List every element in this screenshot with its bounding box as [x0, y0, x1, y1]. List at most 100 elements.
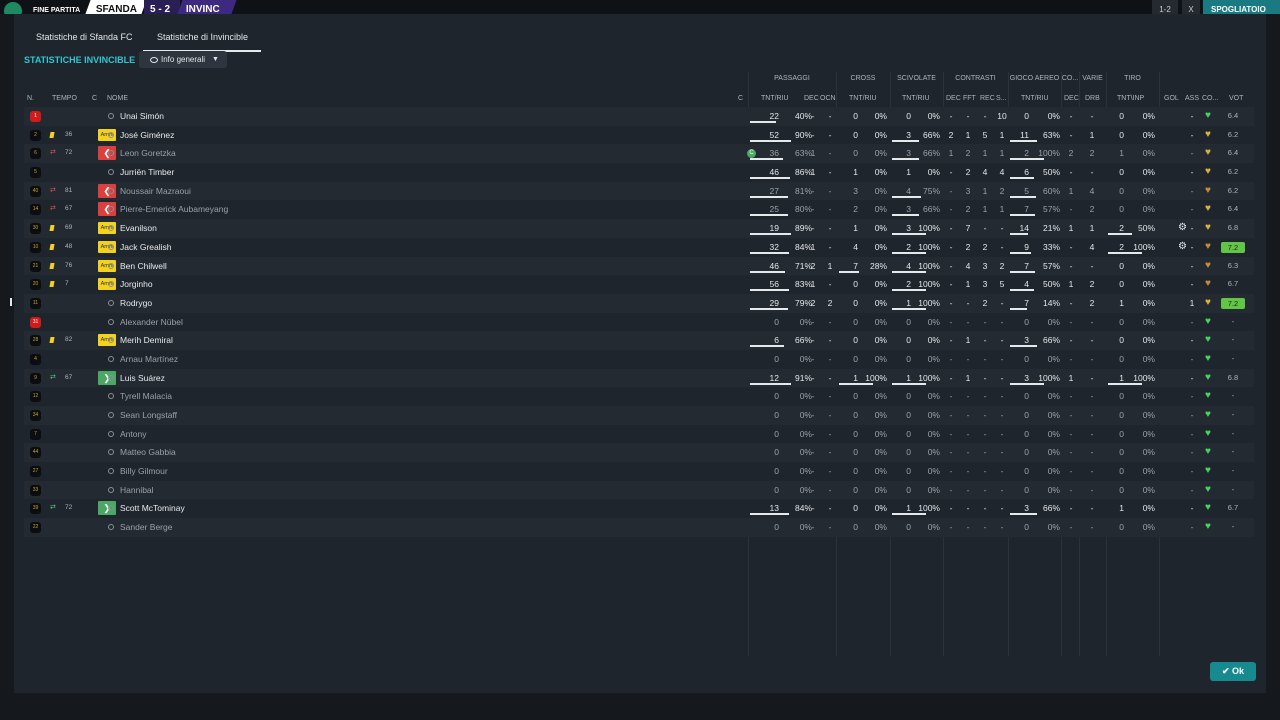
stat-cd: -	[949, 391, 953, 402]
header-con-s[interactable]: S...	[996, 95, 1007, 102]
player-name[interactable]: Hannibal	[120, 481, 154, 500]
rating-value: 6.4	[1227, 111, 1239, 120]
header-condition[interactable]: CO...	[1202, 95, 1218, 102]
player-name[interactable]: Pierre-Emerick Aubameyang	[120, 200, 228, 219]
time-value: 69	[65, 224, 73, 232]
group-varie: VARIE	[1082, 75, 1103, 82]
match-topbar: FINE PARTITA SFANDA 5 - 2 INVINC 1-2 X S…	[0, 0, 1280, 14]
player-name[interactable]: Jack Grealish	[120, 238, 172, 257]
ok-button[interactable]: ✔ Ok	[1210, 662, 1256, 681]
player-name[interactable]: Arnau Martínez	[120, 350, 178, 369]
header-con-fft[interactable]: FFT	[963, 95, 976, 102]
table-row[interactable]: 11 Rodrygo 29 79% 2 2 0 0% 1 100% - -2-7 14% -2 1 0% 1 ♥ 7…	[24, 293, 1254, 313]
table-row[interactable]: 44 Matteo Gabbia 0 0% - -0 0% 0 0% - - - -0 0% - -0 0% - ♥…	[24, 443, 1254, 463]
header-aer-tnt[interactable]: TNT/RIU	[1021, 95, 1049, 102]
condition-heart-icon: ♥	[1205, 110, 1211, 121]
header-number[interactable]: N.	[27, 95, 34, 102]
table-row[interactable]: 27 Billy Gilmour 0 0% - -0 0% 0 0% - - - -0 0% - -0 0% - ♥…	[24, 462, 1254, 481]
player-name[interactable]: Jurriën Timber	[120, 163, 174, 182]
header-ass[interactable]: ASS	[1185, 95, 1199, 102]
header-tiro-tnt[interactable]: TNT\INP	[1117, 95, 1144, 102]
stat-pp: 0%	[799, 353, 812, 364]
table-row[interactable]: 7 Antony 0 0% - -0 0% 0 0% - - - -0 0% - -0 0% - ♥ -	[24, 424, 1254, 444]
table-row[interactable]: 12 Tyrell Malacia 0 0% - -0 0% 0 0% - - - -0 0% - -0 0% -…	[24, 387, 1254, 406]
table-row[interactable]: 6 ⇄ 72 ❮ Leon Goretzka C 36 63% 1-0 0% 3 66% 1 2 1 1 2 10…	[24, 144, 1254, 164]
header-c2[interactable]: C	[738, 95, 743, 102]
player-name[interactable]: Sean Longstaff	[120, 406, 177, 425]
table-row[interactable]: 9 ⇄ 67 ❯ Luis Suárez 12 91% - -1 100% 1 100% -1- -3 10…	[24, 368, 1254, 388]
stat-dr: -	[1090, 372, 1094, 383]
table-row[interactable]: 20 7 Amm Jorginho 56 83% 1-0 0% 2 100% -1 3 5 4 50% 1 2 0…	[24, 275, 1254, 294]
topbar-button-a[interactable]: 1-2	[1152, 0, 1178, 14]
player-name[interactable]: Scott McTominay	[120, 499, 185, 518]
header-c[interactable]: C	[92, 95, 97, 102]
header-vot[interactable]: VOT	[1229, 95, 1243, 102]
table-row[interactable]: 30 69 Amm Evanilson 19 89% - -1 0% 3 100% -7- -14 21%…	[24, 219, 1254, 238]
table-row[interactable]: 21 76 Amm Ben Chilwell 46 71% 2 1 7 28% 4 100% -4 3 2 7…	[24, 256, 1254, 276]
stat-cf: 2	[965, 204, 971, 215]
table-row[interactable]: 40 ⇄ 81 ❮ Noussair Mazraoui 27 81% - -3 0% 4 75% -3 1…	[24, 181, 1254, 201]
header-pass-dec[interactable]: DEC	[804, 95, 819, 102]
stat-po: -	[828, 204, 832, 215]
header-gol[interactable]: GOL	[1164, 95, 1179, 102]
time-value: 7	[65, 280, 69, 288]
stat-tp: 0%	[1142, 484, 1155, 495]
stat-co: 1	[1068, 185, 1074, 196]
stat-tp: 0%	[1142, 522, 1155, 533]
header-co-dec[interactable]: DEC	[1064, 95, 1079, 102]
player-name[interactable]: Rodrygo	[120, 294, 152, 313]
stat-crp: 0%	[874, 279, 887, 290]
player-name[interactable]: Tyrell Malacia	[120, 387, 172, 406]
player-name[interactable]: José Giménez	[120, 126, 174, 145]
table-row[interactable]: 22 Sander Berge 0 0% - -0 0% 0 0% - - - -0 0% - -0 0% - ♥ -	[24, 518, 1254, 537]
dressing-room-button[interactable]: SPOGLIATOIO	[1203, 0, 1280, 14]
player-name[interactable]: Noussair Mazraoui	[120, 182, 191, 201]
player-name[interactable]: Unai Simón	[120, 107, 164, 126]
player-name[interactable]: Leon Goretzka	[120, 144, 176, 163]
success-rate-bar	[1010, 289, 1034, 292]
stat-sc: 0	[906, 391, 911, 402]
header-sciv-tnt[interactable]: TNT/RIU	[902, 95, 930, 102]
stat-pd: -	[811, 391, 815, 402]
stat-pd: -	[811, 223, 815, 234]
table-row[interactable]: 39 ⇄ 72 ❯ Scott McTominay 13 84% - -0 0% 1 100% - - - -…	[24, 499, 1254, 519]
player-name[interactable]: Evanilson	[120, 219, 157, 238]
stat-scp: 0%	[927, 484, 940, 495]
player-name[interactable]: Ben Chilwell	[120, 257, 167, 276]
player-name[interactable]: Luis Suárez	[120, 369, 165, 388]
time-value: 67	[65, 205, 73, 213]
player-name[interactable]: Jorginho	[120, 275, 153, 294]
player-name[interactable]: Matteo Gabbia	[120, 443, 176, 462]
player-name[interactable]: Antony	[120, 425, 146, 444]
player-name[interactable]: Merih Demiral	[120, 331, 173, 350]
table-row[interactable]: 28 82 Amm Merih Demiral 6 66% - -0 0% 0 0% -1- -3 66%…	[24, 331, 1254, 350]
header-con-dec[interactable]: DEC	[946, 95, 961, 102]
table-row[interactable]: 1 Unai Simón 22 40% - -0 0% 0 0% - - -10 0 0% - -0 0% - ♥ 6…	[24, 107, 1254, 126]
header-time[interactable]: TEMPO	[52, 95, 77, 102]
success-rate-bar	[892, 158, 919, 161]
view-dropdown[interactable]: Info generali ▼	[139, 51, 227, 68]
header-pass-ocn[interactable]: OCN	[820, 95, 836, 102]
topbar-button-b[interactable]: X	[1182, 0, 1200, 14]
player-name[interactable]: Alexander Nübel	[120, 313, 183, 332]
header-cross-tnt[interactable]: TNT/RIU	[849, 95, 877, 102]
player-name[interactable]: Sander Berge	[120, 518, 172, 537]
header-pass-tnt[interactable]: TNT/RIU	[761, 95, 789, 102]
table-row[interactable]: 10 48 Amm Jack Grealish 32 84% 1-4 0% 2 100% -2 2-9…	[24, 237, 1254, 257]
header-con-rec[interactable]: REC	[980, 95, 995, 102]
table-row[interactable]: 33 Hannibal 0 0% - -0 0% 0 0% - - - -0 0% - -0 0% - ♥ -	[24, 480, 1254, 500]
header-name[interactable]: NOME	[107, 95, 128, 102]
player-name[interactable]: Billy Gilmour	[120, 462, 168, 481]
stat-tp: 0%	[1142, 335, 1155, 346]
table-row[interactable]: 34 Sean Longstaff 0 0% - -0 0% 0 0% - - - -0 0% - -0 0% -…	[24, 406, 1254, 425]
table-row[interactable]: 5 Jurriën Timber 46 86% 1-1 0% 1 0% -2 4 4 6 50% - -0 0…	[24, 163, 1254, 182]
tab-sfanda-stats[interactable]: Statistiche di Sfanda FC	[36, 24, 136, 50]
table-row[interactable]: 4 Arnau Martínez 0 0% - -0 0% 0 0% - - - -0 0% - -0 0% - ♥…	[24, 349, 1254, 369]
tab-invincible-stats[interactable]: Statistiche di Invincible	[143, 24, 261, 52]
table-row[interactable]: 14 ⇄ 67 ❮ Pierre-Emerick Aubameyang 25 80% - -2 0…	[24, 200, 1254, 220]
success-rate-bar	[750, 158, 783, 161]
table-row[interactable]: 2 36 Amm José Giménez 52 90% - -0 0% 3 66% 2 1 5 1 11 63…	[24, 125, 1254, 145]
header-var-drb[interactable]: DRB	[1085, 95, 1100, 102]
stat-pd: -	[811, 111, 815, 121]
table-row[interactable]: 31 Alexander Nübel 0 0% - -0 0% 0 0% - - - -0 0% - -0 0%…	[24, 312, 1254, 332]
